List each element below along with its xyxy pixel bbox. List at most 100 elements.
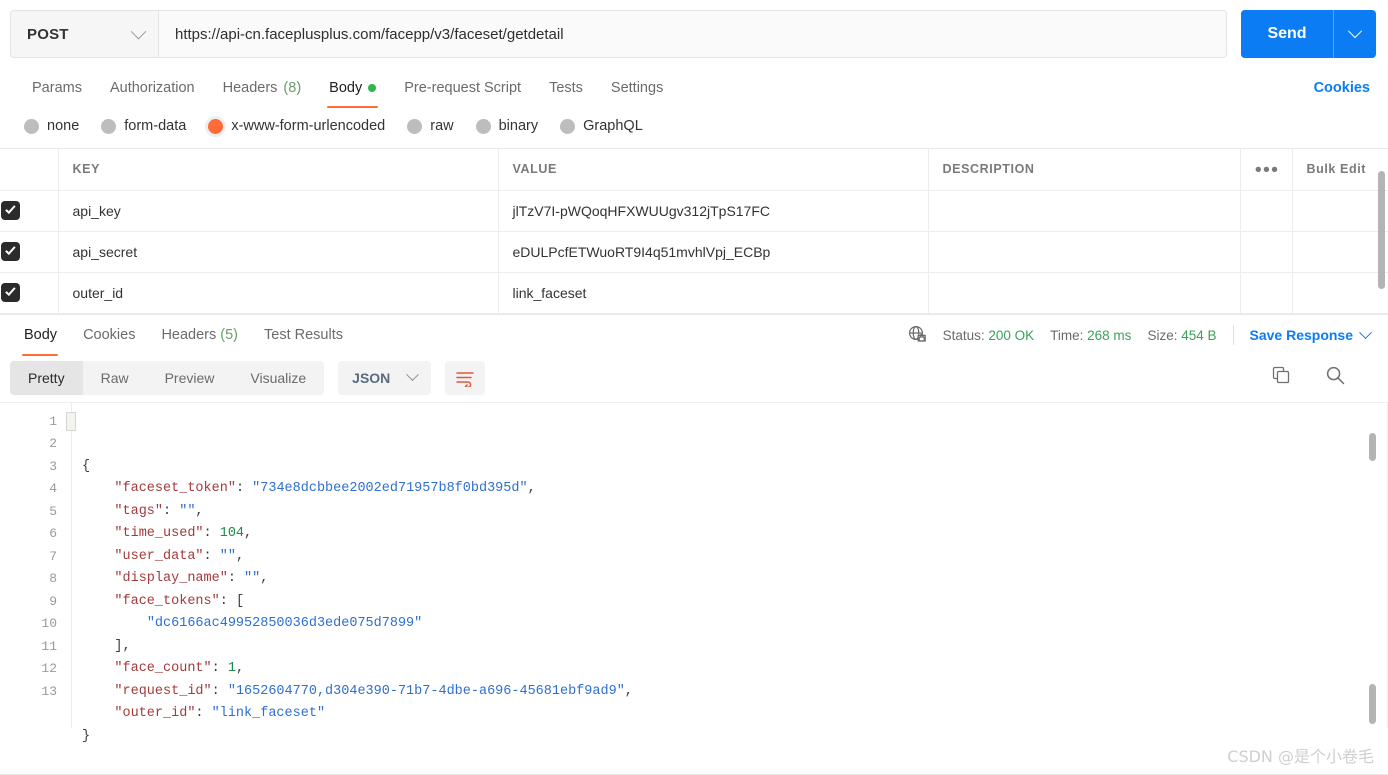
view-mode-visualize[interactable]: Visualize (232, 361, 324, 395)
radio-icon (24, 118, 39, 134)
line-number: 10 (41, 616, 57, 631)
response-tab-body[interactable]: Body (18, 314, 70, 356)
line-number: 2 (49, 436, 57, 451)
radio-x-www-form-urlencoded[interactable]: x-www-form-urlencoded (208, 118, 385, 134)
table-header-row: KEY VALUE DESCRIPTION ●●● Bulk Edit (0, 149, 1388, 191)
radio-icon (101, 118, 117, 134)
line-number: 3 (49, 458, 57, 474)
radio-icon (560, 118, 576, 134)
headers-count: (8) (283, 80, 302, 96)
view-mode-preview[interactable]: Preview (147, 361, 233, 395)
save-response-button[interactable]: Save Response (1249, 325, 1372, 343)
row-key-cell[interactable]: outer_id (58, 272, 499, 314)
radio-none[interactable]: none (24, 118, 79, 134)
tab-body[interactable]: Body (315, 68, 390, 108)
response-tab-test-results[interactable]: Test Results (251, 314, 356, 356)
tab-authorization[interactable]: Authorization (96, 68, 209, 108)
bulk-edit-button[interactable]: Bulk Edit (1292, 149, 1388, 191)
row-key-cell[interactable]: api_key (58, 190, 499, 232)
http-method-label: POST (27, 25, 69, 43)
row-value-cell[interactable]: link_faceset (498, 272, 929, 314)
response-tab-cookies[interactable]: Cookies (70, 314, 148, 356)
save-response-label: Save Response (1249, 327, 1354, 343)
table-options-button[interactable]: ●●● (1240, 149, 1293, 191)
radio-binary[interactable]: binary (475, 118, 539, 134)
status-value: 200 OK (988, 327, 1035, 343)
code-fold-marker-icon[interactable] (66, 411, 76, 431)
cookies-link[interactable]: Cookies (1314, 80, 1370, 96)
response-json-code[interactable]: { "faceset_token": "734e8dcbbee2002ed719… (66, 403, 1388, 744)
radio-icon (407, 118, 423, 134)
code-line: { (82, 458, 91, 474)
response-toolbar: Pretty Raw Preview Visualize JSON (0, 356, 1388, 402)
chevron-down-icon (406, 368, 420, 382)
send-button[interactable]: Send (1241, 10, 1333, 58)
line-number: 7 (49, 548, 57, 564)
status-divider (1232, 325, 1234, 345)
url-input[interactable] (158, 10, 1227, 58)
format-label: JSON (352, 369, 391, 386)
tab-headers[interactable]: Headers (8) (209, 68, 316, 108)
checkbox-checked-icon[interactable] (1, 200, 20, 220)
body-type-radio-group: none form-data x-www-form-urlencoded raw… (0, 108, 1388, 148)
row-checkbox-cell[interactable] (0, 190, 59, 232)
tab-pre-request-script[interactable]: Pre-request Script (390, 68, 535, 108)
radio-label: raw (430, 118, 454, 134)
row-spacer-cell (1240, 231, 1293, 273)
checkbox-checked-icon[interactable] (1, 282, 20, 302)
radio-raw[interactable]: raw (407, 118, 454, 134)
radio-selected-icon (208, 118, 224, 134)
search-icon[interactable] (1325, 365, 1346, 391)
code-line: "tags": "", (114, 503, 204, 519)
wrap-lines-button[interactable] (445, 360, 486, 395)
checkbox-checked-icon[interactable] (1, 241, 20, 261)
code-line: "dc6166ac49952850036d3ede075d7899" (146, 616, 423, 631)
line-number-gutter: 1 2 3 4 5 6 7 8 9 10 11 12 13 (0, 402, 72, 728)
tab-settings[interactable]: Settings (597, 68, 677, 108)
code-horizontal-scrollbar[interactable] (1369, 683, 1376, 724)
view-mode-pretty[interactable]: Pretty (10, 360, 83, 395)
code-line: "user_data": "", (114, 548, 245, 564)
tab-label: Params (32, 80, 82, 96)
copy-icon[interactable] (1271, 365, 1291, 390)
row-value-cell[interactable]: jlTzV7I-pWQoqHFXWUUgv312jTpS17FC (498, 190, 929, 232)
response-toolbar-actions (1271, 365, 1374, 391)
row-checkbox-cell[interactable] (0, 231, 59, 273)
row-value-cell[interactable]: eDULPcfETWuoRT9I4q51mvhlVpj_ECBp (498, 231, 929, 273)
response-status-bar: Status: 200 OK Time: 268 ms Size: 454 B … (907, 324, 1372, 347)
params-table-scrollbar[interactable] (1378, 171, 1385, 289)
chevron-down-icon (130, 23, 147, 39)
row-description-cell[interactable] (928, 272, 1241, 314)
tab-label: Headers (161, 327, 217, 343)
radio-graphql[interactable]: GraphQL (560, 118, 643, 134)
status-code: Status: 200 OK (943, 328, 1035, 343)
tab-label: Body (24, 327, 58, 343)
tab-label: Pre-request Script (404, 80, 522, 96)
radio-label: x-www-form-urlencoded (231, 118, 386, 134)
code-vertical-scrollbar[interactable] (1369, 432, 1376, 461)
tab-params[interactable]: Params (18, 68, 96, 108)
time-value: 268 ms (1087, 327, 1132, 343)
row-description-cell[interactable] (928, 190, 1241, 232)
code-line: "display_name": "", (114, 571, 269, 586)
line-number: 9 (49, 593, 57, 609)
radio-form-data[interactable]: form-data (101, 118, 186, 134)
line-number: 12 (41, 661, 57, 676)
send-options-button[interactable] (1334, 10, 1376, 58)
line-number: 5 (49, 503, 57, 519)
row-spacer-cell (1240, 272, 1293, 314)
request-url-bar: POST Send (0, 0, 1388, 68)
tab-label: Test Results (264, 327, 343, 343)
row-checkbox-cell[interactable] (0, 272, 59, 314)
tab-tests[interactable]: Tests (535, 68, 597, 108)
radio-label: binary (498, 118, 539, 134)
row-key-cell[interactable]: api_secret (58, 231, 499, 273)
radio-icon (475, 118, 491, 134)
view-mode-raw[interactable]: Raw (83, 361, 147, 395)
row-spacer-cell (1240, 190, 1293, 232)
http-method-selector[interactable]: POST (10, 10, 158, 58)
line-number: 6 (49, 526, 57, 541)
row-description-cell[interactable] (928, 231, 1241, 273)
response-format-selector[interactable]: JSON (338, 360, 432, 395)
response-tab-headers[interactable]: Headers (5) (148, 314, 251, 356)
